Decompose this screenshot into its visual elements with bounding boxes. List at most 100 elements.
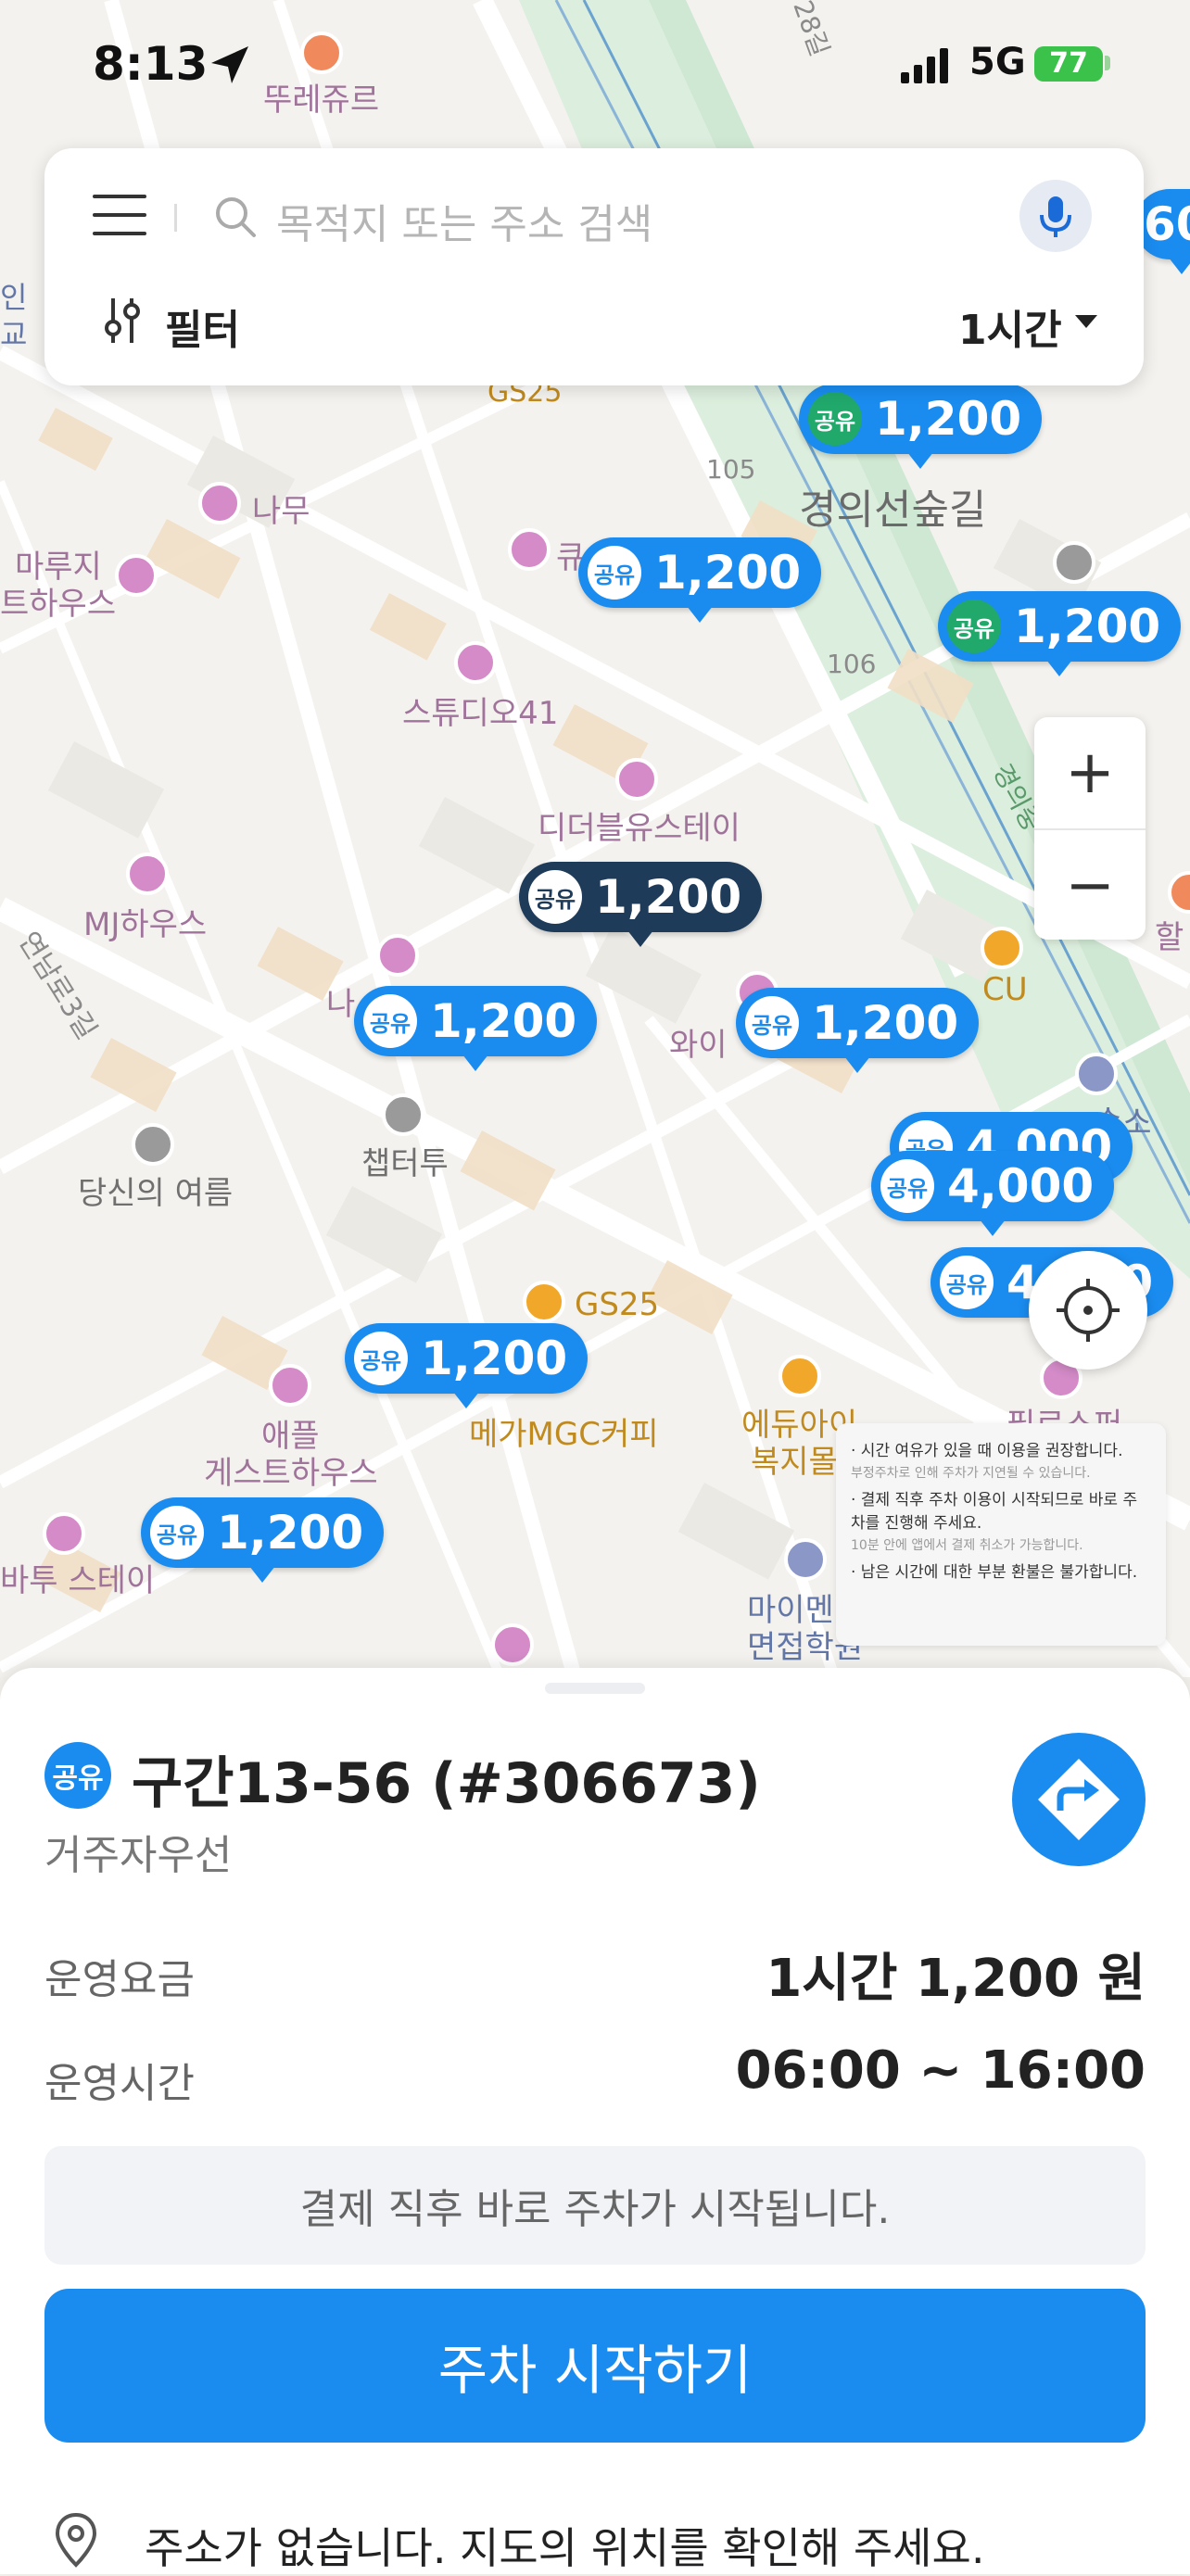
voice-search-button[interactable] <box>1019 180 1092 252</box>
building-icon <box>1053 541 1095 584</box>
poi-label[interactable]: CU <box>982 971 1028 1008</box>
microphone-icon <box>1040 196 1071 237</box>
parking-marker[interactable]: 공유 1,200 <box>141 1497 385 1568</box>
shared-badge: 공유 <box>528 870 582 924</box>
poi-label[interactable]: 디더블유스테이 <box>538 802 741 848</box>
poi-label[interactable]: GS25 <box>575 1286 659 1323</box>
marker-price: 1,200 <box>812 996 959 1050</box>
chevron-down-icon <box>1075 315 1097 328</box>
poi-label[interactable]: 스튜디오41 <box>402 688 558 733</box>
zoom-out-button[interactable]: − <box>1034 830 1146 941</box>
start-parking-button[interactable]: 주차 시작하기 <box>44 2289 1146 2443</box>
parking-detail-sheet: 공유 구간13-56 (#306673) 거주자우선 운영요금 1시간 1,20… <box>0 1668 1190 2574</box>
school-icon <box>784 1538 827 1581</box>
lodging-icon <box>269 1364 311 1407</box>
menu-icon[interactable] <box>93 195 146 237</box>
battery-tip <box>1105 56 1110 70</box>
road-label: 106 <box>827 649 877 679</box>
sheet-handle[interactable] <box>545 1683 645 1694</box>
road-label: 경의선숲길 <box>799 486 987 534</box>
shared-badge: 공유 <box>940 1256 994 1309</box>
notice-subtext: 부정주차로 인해 주차가 지연될 수 있습니다. <box>851 1465 1091 1481</box>
marker-price: 4,000 <box>947 1159 1095 1213</box>
lodging-icon <box>491 1623 534 1666</box>
current-location-button[interactable] <box>1029 1251 1147 1370</box>
filter-button[interactable]: 필터 <box>165 297 240 356</box>
zoom-controls: + − <box>1034 717 1146 940</box>
zoom-in-button[interactable]: + <box>1034 717 1146 828</box>
location-arrow-icon <box>211 46 248 83</box>
poi-label[interactable]: 당신의 여름 <box>78 1168 233 1213</box>
lodging-icon <box>376 934 419 977</box>
notice-text: · 시간 여유가 있을 때 이용을 권장합니다. <box>851 1442 1123 1460</box>
poi-label[interactable]: MJ하우스 <box>83 899 207 944</box>
poi-label[interactable]: 메가MGC커피 <box>469 1408 659 1454</box>
status-bar: 8:13 5G 77 <box>0 28 1190 111</box>
shared-badge: 공유 <box>880 1159 934 1213</box>
crosshair-icon <box>1057 1279 1120 1342</box>
lodging-icon <box>126 852 169 895</box>
poi-label[interactable]: 챕터투 <box>361 1138 449 1183</box>
fee-label: 운영요금 <box>44 1956 195 2003</box>
marker-price: 1,200 <box>421 1332 568 1385</box>
poi-label[interactable]: 복지몰 <box>751 1436 838 1482</box>
shared-badge: 공유 <box>745 996 799 1050</box>
usage-notice: · 시간 여유가 있을 때 이용을 권장합니다. 부정주차로 인해 주차가 지연될… <box>836 1423 1166 1646</box>
lodging-icon <box>615 758 658 801</box>
cart-icon <box>779 1355 821 1397</box>
marker-price: 1,200 <box>1014 600 1161 653</box>
poi-label[interactable]: 나무 <box>252 486 310 531</box>
shared-badge: 공유 <box>588 546 641 600</box>
poi-label[interactable]: 할 <box>1155 912 1184 957</box>
poi-label[interactable]: 교 <box>0 311 27 354</box>
shared-badge: 공유 <box>808 392 862 446</box>
poi-label[interactable]: 나 <box>326 979 355 1024</box>
parking-lot-title: 구간13-56 (#306673) <box>132 1751 761 1816</box>
payment-info: 결제 직후 바로 주차가 시작됩니다. <box>44 2146 1146 2265</box>
parking-type: 거주자우선 <box>44 1832 233 1879</box>
poi-label[interactable]: 와이 <box>669 1019 728 1065</box>
search-icon <box>216 197 256 237</box>
parking-marker[interactable]: 공유 1,200 <box>354 986 598 1056</box>
parking-marker[interactable]: 공유4,000 <box>871 1151 1115 1221</box>
search-card: 목적지 또는 주소 검색 필터 1시간 <box>44 148 1144 385</box>
lodging-icon <box>198 482 241 524</box>
marker-price: 1,200 <box>217 1506 364 1559</box>
marker-price: 60 <box>1144 197 1190 251</box>
lodging-icon <box>43 1512 85 1555</box>
location-pin-icon <box>55 2512 97 2568</box>
search-input[interactable]: 목적지 또는 주소 검색 <box>276 191 652 250</box>
marker-price: 1,200 <box>875 392 1022 446</box>
address-message: 주소가 없습니다. 지도의 위치를 확인해 주세요. <box>145 2523 985 2573</box>
notice-subtext: 10분 안에 앱에서 결제 취소가 가능합니다. <box>851 1537 1083 1553</box>
directions-icon <box>1038 1759 1120 1840</box>
filter-icon[interactable] <box>104 297 141 345</box>
poi-label[interactable]: 트하우스 <box>0 578 116 624</box>
shop-icon <box>382 1093 424 1136</box>
theater-icon <box>132 1123 174 1166</box>
clock: 8:13 <box>93 37 209 91</box>
parking-marker[interactable]: 공유 1,200 <box>345 1323 589 1394</box>
notice-text: · 남은 시간에 대한 부분 환불은 불가합니다. <box>851 1562 1138 1582</box>
parking-marker-selected[interactable]: 공유 1,200 <box>519 862 763 932</box>
battery-icon: 77 <box>1034 46 1103 82</box>
lodging-icon <box>508 528 551 571</box>
fee-value: 1시간 1,200 원 <box>766 1949 1146 2009</box>
poi-label[interactable]: 바투 스테이 <box>0 1555 155 1600</box>
parking-marker[interactable]: 공유 1,200 <box>938 591 1182 662</box>
shared-badge: 공유 <box>150 1506 204 1559</box>
parking-marker[interactable]: 공유 1,200 <box>578 537 822 608</box>
lodging-icon <box>454 641 497 684</box>
parking-marker[interactable]: 공유 1,200 <box>799 384 1043 454</box>
road-label: 105 <box>706 454 756 485</box>
duration-select[interactable]: 1시간 <box>958 297 1062 356</box>
marker-price: 1,200 <box>654 546 802 600</box>
convenience-store-icon <box>523 1281 565 1323</box>
divider <box>174 204 177 232</box>
shared-badge: 공유 <box>44 1742 111 1809</box>
poi-label[interactable]: 게스트하우스 <box>204 1447 378 1493</box>
marker-price: 1,200 <box>595 870 742 924</box>
directions-button[interactable] <box>1012 1733 1146 1866</box>
shared-badge: 공유 <box>363 994 417 1048</box>
parking-marker[interactable]: 공유 1,200 <box>736 988 980 1058</box>
